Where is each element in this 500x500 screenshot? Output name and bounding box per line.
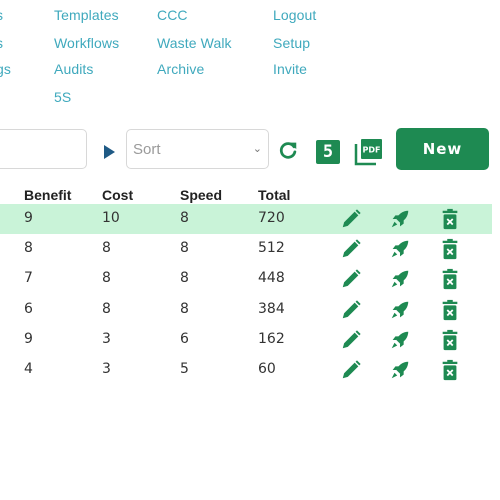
sort-select[interactable]: Sort ⌄ <box>126 129 269 169</box>
nav-link-setup[interactable]: Setup <box>273 35 310 51</box>
trash-icon[interactable] <box>439 359 461 381</box>
cell-total: 512 <box>258 240 285 257</box>
cell-benefit: 4 <box>24 361 33 377</box>
cell-speed: 8 <box>180 270 189 287</box>
pencil-icon[interactable] <box>340 359 362 381</box>
column-header-benefit[interactable]: Benefit <box>24 187 71 203</box>
cell-speed: 8 <box>180 300 189 317</box>
column-header-cost[interactable]: Cost <box>102 187 133 203</box>
nav-link-partial-1[interactable]: s <box>0 7 3 23</box>
trash-icon[interactable] <box>439 299 461 321</box>
trash-icon[interactable] <box>439 329 461 351</box>
cell-benefit: 9 <box>24 210 33 226</box>
pencil-icon[interactable] <box>340 268 362 290</box>
cell-total: 720 <box>258 210 285 226</box>
cell-benefit: 7 <box>24 270 33 287</box>
cell-cost: 8 <box>102 240 111 257</box>
nav-link-templates[interactable]: Templates <box>54 7 119 23</box>
nav-link-ccc[interactable]: CCC <box>157 7 188 23</box>
nav-link-5s[interactable]: 5S <box>54 89 71 105</box>
rocket-icon[interactable] <box>389 238 411 260</box>
new-button[interactable]: New <box>396 128 489 170</box>
nav-link-partial-2[interactable]: s <box>0 35 3 51</box>
cell-benefit: 9 <box>24 330 33 347</box>
table-row[interactable]: 8 8 8 512 <box>0 234 492 264</box>
table-row[interactable]: 4 3 5 60 <box>0 355 492 385</box>
rocket-icon[interactable] <box>389 359 411 381</box>
pdf-label: PDF <box>363 146 381 155</box>
table-row[interactable]: 9 10 8 720 <box>0 204 492 234</box>
table-row[interactable]: 6 8 8 384 <box>0 295 492 325</box>
cell-cost: 3 <box>102 330 111 347</box>
sort-placeholder: Sort <box>133 141 161 158</box>
nav-link-invite[interactable]: Invite <box>273 61 307 77</box>
five-s-icon[interactable]: 5 <box>316 140 340 164</box>
column-header-total[interactable]: Total <box>258 187 290 203</box>
pencil-icon[interactable] <box>340 208 362 230</box>
nav-link-logout[interactable]: Logout <box>273 7 316 23</box>
table-row[interactable]: 7 8 8 448 <box>0 264 492 294</box>
trash-icon[interactable] <box>439 238 461 260</box>
cell-speed: 6 <box>180 330 189 347</box>
rocket-icon[interactable] <box>389 268 411 290</box>
nav-link-archive[interactable]: Archive <box>157 61 204 77</box>
cell-speed: 8 <box>180 240 189 257</box>
cell-total: 162 <box>258 330 285 347</box>
play-icon[interactable] <box>104 145 115 159</box>
nav-link-waste-walk[interactable]: Waste Walk <box>157 35 232 51</box>
nav-link-partial-3[interactable]: gs <box>0 61 11 77</box>
column-header-speed[interactable]: Speed <box>180 187 222 203</box>
cell-cost: 3 <box>102 361 111 377</box>
cell-speed: 8 <box>180 210 189 226</box>
pencil-icon[interactable] <box>340 299 362 321</box>
nav-link-audits[interactable]: Audits <box>54 61 94 77</box>
trash-icon[interactable] <box>439 268 461 290</box>
table-row[interactable]: 9 3 6 162 <box>0 325 492 355</box>
filter-input[interactable] <box>0 129 87 169</box>
pencil-icon[interactable] <box>340 238 362 260</box>
refresh-icon[interactable] <box>277 139 299 161</box>
nav-link-workflows[interactable]: Workflows <box>54 35 119 51</box>
cell-speed: 5 <box>180 361 189 377</box>
cell-cost: 8 <box>102 270 111 287</box>
rocket-icon[interactable] <box>389 299 411 321</box>
pencil-icon[interactable] <box>340 329 362 351</box>
cell-benefit: 8 <box>24 240 33 257</box>
rocket-icon[interactable] <box>389 329 411 351</box>
cell-total: 384 <box>258 300 285 317</box>
cell-total: 60 <box>258 361 276 377</box>
trash-icon[interactable] <box>439 208 461 230</box>
pdf-icon[interactable]: PDF <box>354 138 384 166</box>
cell-benefit: 6 <box>24 300 33 317</box>
chevron-down-icon: ⌄ <box>252 142 262 155</box>
cell-total: 448 <box>258 270 285 287</box>
rocket-icon[interactable] <box>389 208 411 230</box>
cell-cost: 8 <box>102 300 111 317</box>
cell-cost: 10 <box>102 210 120 226</box>
